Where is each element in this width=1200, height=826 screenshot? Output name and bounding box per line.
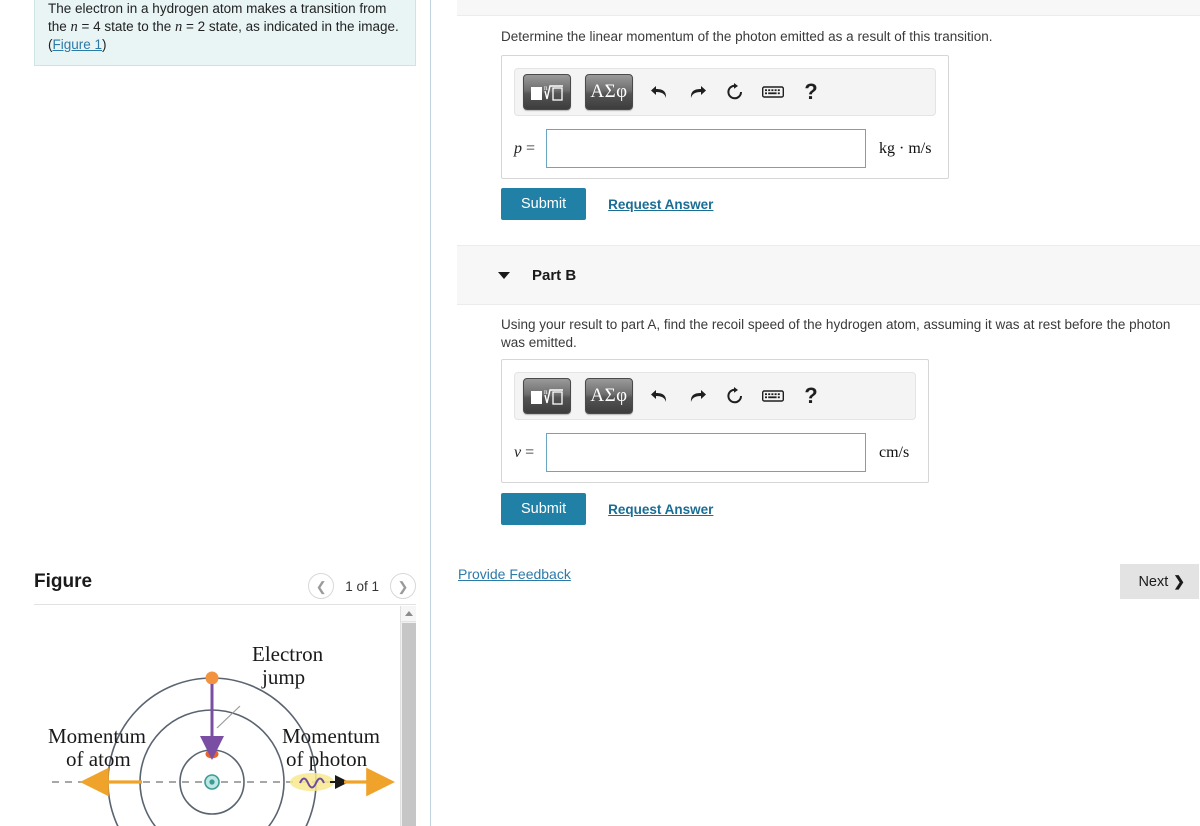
- part-b-question: Using your result to part A, find the re…: [501, 317, 1171, 350]
- redo-icon[interactable]: [685, 383, 709, 409]
- part-b-answer-box: n ΑΣφ ? v = cm/s: [501, 359, 929, 483]
- part-a-submit-button[interactable]: Submit: [501, 188, 587, 220]
- math-template-icon: n: [531, 84, 563, 101]
- provide-feedback-link[interactable]: Provide Feedback: [458, 566, 571, 582]
- problem-page: The electron in a hydrogen atom makes a …: [0, 0, 1200, 826]
- electron-jump-label-line1: Electron: [252, 642, 324, 666]
- math-template-icon: n: [531, 388, 563, 405]
- part-b-header-band[interactable]: Part B: [457, 245, 1200, 305]
- part-a-question: Determine the linear momentum of the pho…: [501, 29, 993, 44]
- chevron-down-icon[interactable]: [498, 271, 510, 279]
- part-b-submit-row: Submit Request Answer: [501, 493, 713, 525]
- part-b-variable-label: v =: [514, 443, 535, 461]
- part-a-math-toolbar: n ΑΣφ ?: [514, 68, 936, 116]
- math-template-button[interactable]: n: [523, 378, 571, 414]
- left-panel: The electron in a hydrogen atom makes a …: [0, 0, 430, 826]
- part-b-request-answer-link[interactable]: Request Answer: [608, 502, 713, 517]
- chevron-right-icon[interactable]: ❯: [390, 573, 416, 599]
- undo-icon[interactable]: [647, 79, 671, 105]
- part-b-input-row: v = cm/s: [514, 433, 916, 472]
- figure-counter: 1 of 1: [345, 578, 379, 594]
- variable-n-first: n: [70, 19, 78, 35]
- part-b-math-toolbar: n ΑΣφ ?: [514, 372, 916, 420]
- figure-navigation: ❮ 1 of 1 ❯: [308, 573, 416, 599]
- figure-title: Figure: [34, 571, 93, 592]
- problem-text-2: = 4 state to the: [77, 19, 175, 34]
- part-a-unit-label: kg · m/s: [879, 139, 932, 157]
- momentum-atom-label-line2: of atom: [66, 747, 131, 771]
- momentum-atom-label-line1: Momentum: [48, 724, 146, 748]
- scroll-up-arrow-icon[interactable]: [401, 606, 416, 622]
- help-icon[interactable]: ?: [799, 79, 823, 105]
- chevron-right-icon: ❯: [1173, 573, 1185, 589]
- part-b-label: Part B: [532, 266, 577, 284]
- momentum-photon-label-line1: Momentum: [282, 724, 380, 748]
- bohr-atom-diagram: Electron jump Momentum of atom Momentum …: [34, 606, 400, 826]
- right-panel: Determine the linear momentum of the pho…: [431, 0, 1200, 826]
- problem-statement: The electron in a hydrogen atom makes a …: [34, 0, 416, 66]
- next-button[interactable]: Next ❯: [1120, 564, 1199, 599]
- reset-icon[interactable]: [723, 79, 747, 105]
- part-b-unit-label: cm/s: [879, 443, 910, 461]
- greek-letters-button[interactable]: ΑΣφ: [585, 378, 633, 414]
- figure-header: Figure ❮ 1 of 1 ❯: [34, 565, 416, 605]
- figure-1-link[interactable]: Figure 1: [53, 37, 103, 52]
- math-template-button[interactable]: n: [523, 74, 571, 110]
- svg-text:n: n: [544, 84, 548, 92]
- greek-letters-button[interactable]: ΑΣφ: [585, 74, 633, 110]
- part-b-answer-input[interactable]: [546, 433, 866, 472]
- part-a-submit-row: Submit Request Answer: [501, 188, 713, 220]
- redo-icon[interactable]: [685, 79, 709, 105]
- part-a-request-answer-link[interactable]: Request Answer: [608, 197, 713, 212]
- keyboard-icon[interactable]: [761, 79, 785, 105]
- figure-viewport[interactable]: Electron jump Momentum of atom Momentum …: [34, 606, 416, 826]
- figure-scrollbar[interactable]: [400, 606, 416, 826]
- part-a-input-row: p = kg · m/s: [514, 129, 936, 168]
- keyboard-icon[interactable]: [761, 383, 785, 409]
- part-a-header-band[interactable]: [457, 0, 1200, 16]
- figure-svg: Electron jump Momentum of atom Momentum …: [48, 642, 395, 826]
- problem-text-4: ): [102, 37, 107, 52]
- part-b-submit-button[interactable]: Submit: [501, 493, 587, 525]
- reset-icon[interactable]: [723, 383, 747, 409]
- momentum-photon-label-line2: of photon: [286, 747, 368, 771]
- svg-text:n: n: [544, 388, 548, 396]
- part-a-answer-box: n ΑΣφ ? p = kg · m/s: [501, 55, 949, 179]
- electron-jump-label-line2: jump: [261, 665, 305, 689]
- scrollbar-thumb[interactable]: [402, 623, 416, 826]
- help-icon[interactable]: ?: [799, 383, 823, 409]
- undo-icon[interactable]: [647, 383, 671, 409]
- part-a-answer-input[interactable]: [546, 129, 866, 168]
- part-a-variable-label: p =: [514, 139, 536, 157]
- next-button-label: Next: [1138, 573, 1169, 590]
- chevron-left-icon[interactable]: ❮: [308, 573, 335, 599]
